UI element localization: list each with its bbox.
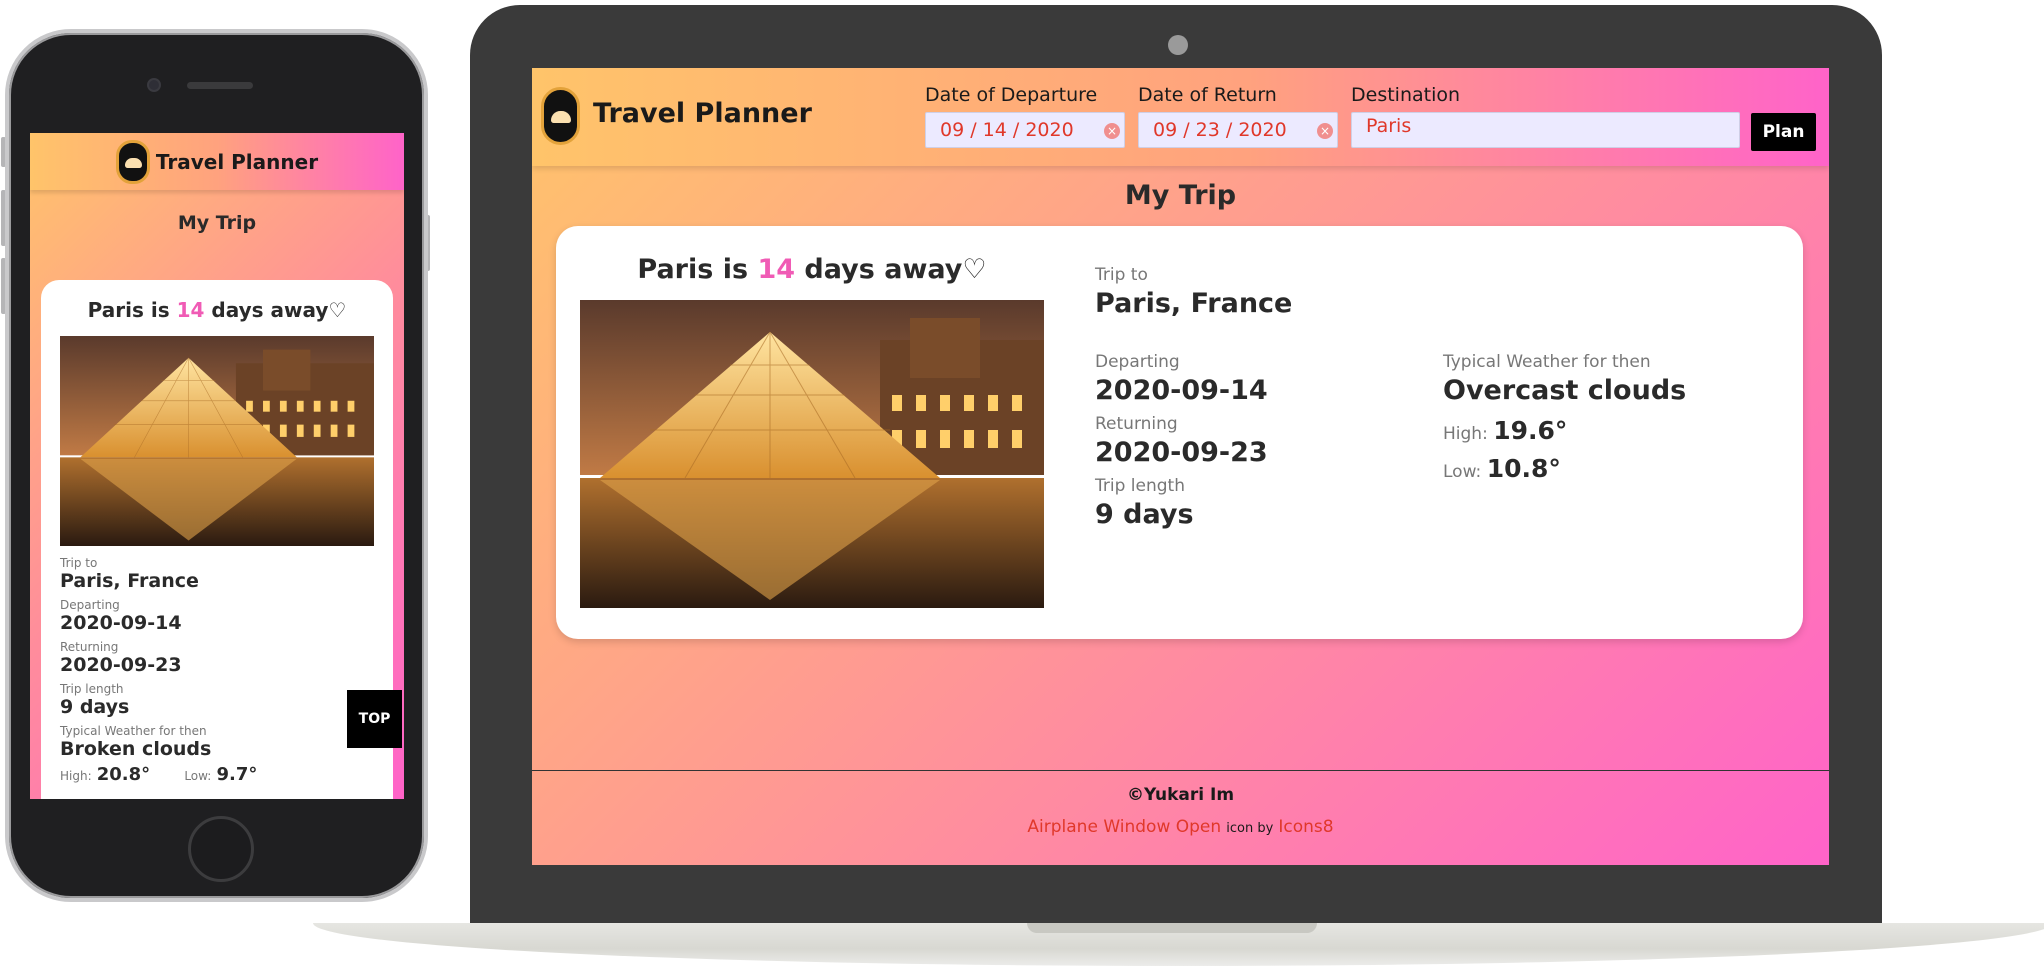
high-temperature: High: 19.6° xyxy=(1443,416,1568,445)
laptop-camera xyxy=(1168,35,1188,55)
mobile-weather-description: Broken clouds xyxy=(60,738,212,760)
mobile-low-label: Low: xyxy=(184,769,212,783)
trip-to: Paris, France xyxy=(1095,288,1293,319)
desktop-countdown-days: 14 xyxy=(757,254,796,285)
credit-source-link[interactable]: Icons8 xyxy=(1278,817,1333,837)
phone-home-button[interactable] xyxy=(188,816,254,882)
heart-icon: ♡ xyxy=(328,298,347,322)
desktop-countdown: Paris is 14 days away♡ xyxy=(637,254,987,285)
mobile-countdown: Paris is 14 days away♡ xyxy=(87,298,347,322)
return-label: Date of Return xyxy=(1138,84,1277,106)
mobile-length-label: Trip length xyxy=(60,682,124,696)
departure-date-input[interactable]: 09 / 14 / 2020 × xyxy=(925,112,1125,148)
mobile-countdown-days: 14 xyxy=(176,298,205,322)
clear-departure-icon[interactable]: × xyxy=(1104,123,1120,139)
clear-return-icon[interactable]: × xyxy=(1317,123,1333,139)
returning-date: 2020-09-23 xyxy=(1095,437,1268,468)
mobile-low: 9.7° xyxy=(216,764,258,785)
mobile-returning-label: Returning xyxy=(60,640,119,654)
mobile-weather-label: Typical Weather for then xyxy=(60,724,207,738)
airplane-window-icon xyxy=(115,139,150,184)
mobile-length: 9 days xyxy=(60,696,130,718)
departure-label: Date of Departure xyxy=(925,84,1098,106)
trip-length-label: Trip length xyxy=(1095,476,1185,496)
icon-credit: Airplane Window Open icon by Icons8 xyxy=(1027,817,1334,837)
return-date-input[interactable]: 09 / 23 / 2020 × xyxy=(1138,112,1338,148)
mobile-returning: 2020-09-23 xyxy=(60,654,182,676)
weather-description: Overcast clouds xyxy=(1443,375,1687,406)
mobile-trip-to: Paris, France xyxy=(60,570,199,592)
mobile-trip-to-label: Trip to xyxy=(60,556,98,570)
destination-textarea[interactable]: Paris xyxy=(1351,112,1740,148)
airplane-window-icon xyxy=(541,87,580,145)
mobile-app-title: Travel Planner xyxy=(155,149,319,174)
trip-length: 9 days xyxy=(1095,499,1194,530)
footer: ©Yukari Im Airplane Window Open icon by … xyxy=(532,770,1829,865)
mobile-temperatures: High: 20.8° Low: 9.7° xyxy=(60,764,374,785)
weather-label: Typical Weather for then xyxy=(1443,352,1651,372)
copyright: ©Yukari Im xyxy=(1126,785,1235,805)
plan-button[interactable]: Plan xyxy=(1751,113,1816,151)
returning-label: Returning xyxy=(1095,414,1178,434)
desktop-section-title: My Trip xyxy=(1124,180,1237,211)
desktop-app-title: Travel Planner xyxy=(593,98,812,129)
mobile-departing: 2020-09-14 xyxy=(60,612,182,634)
destination-photo xyxy=(60,336,374,546)
desktop-trip-card: Paris is 14 days away♡ Trip to Paris, Fr… xyxy=(556,226,1803,639)
mobile-departing-label: Departing xyxy=(60,598,120,612)
desktop-header: Travel Planner Date of Departure 09 / 14… xyxy=(532,68,1829,166)
destination-photo xyxy=(580,300,1044,608)
mobile-high-label: High: xyxy=(60,769,92,783)
mobile-high: 20.8° xyxy=(96,764,151,785)
phone-camera xyxy=(149,80,159,90)
mobile-trip-card: Paris is 14 days away♡ Trip to Paris, Fr… xyxy=(41,280,393,799)
destination-label: Destination xyxy=(1351,84,1461,106)
mobile-header: Travel Planner xyxy=(30,133,404,190)
back-to-top-button[interactable]: TOP xyxy=(347,690,402,748)
departing-label: Departing xyxy=(1095,352,1180,372)
laptop-notch xyxy=(1027,923,1317,933)
heart-icon: ♡ xyxy=(962,254,987,285)
mobile-section-title: My Trip xyxy=(177,212,257,234)
phone-speaker xyxy=(187,82,253,89)
low-temperature: Low: 10.8° xyxy=(1443,454,1561,483)
departing-date: 2020-09-14 xyxy=(1095,375,1268,406)
trip-to-label: Trip to xyxy=(1095,265,1148,285)
credit-icon-link[interactable]: Airplane Window Open xyxy=(1027,817,1221,837)
laptop-screen: Travel Planner Date of Departure 09 / 14… xyxy=(532,68,1829,865)
